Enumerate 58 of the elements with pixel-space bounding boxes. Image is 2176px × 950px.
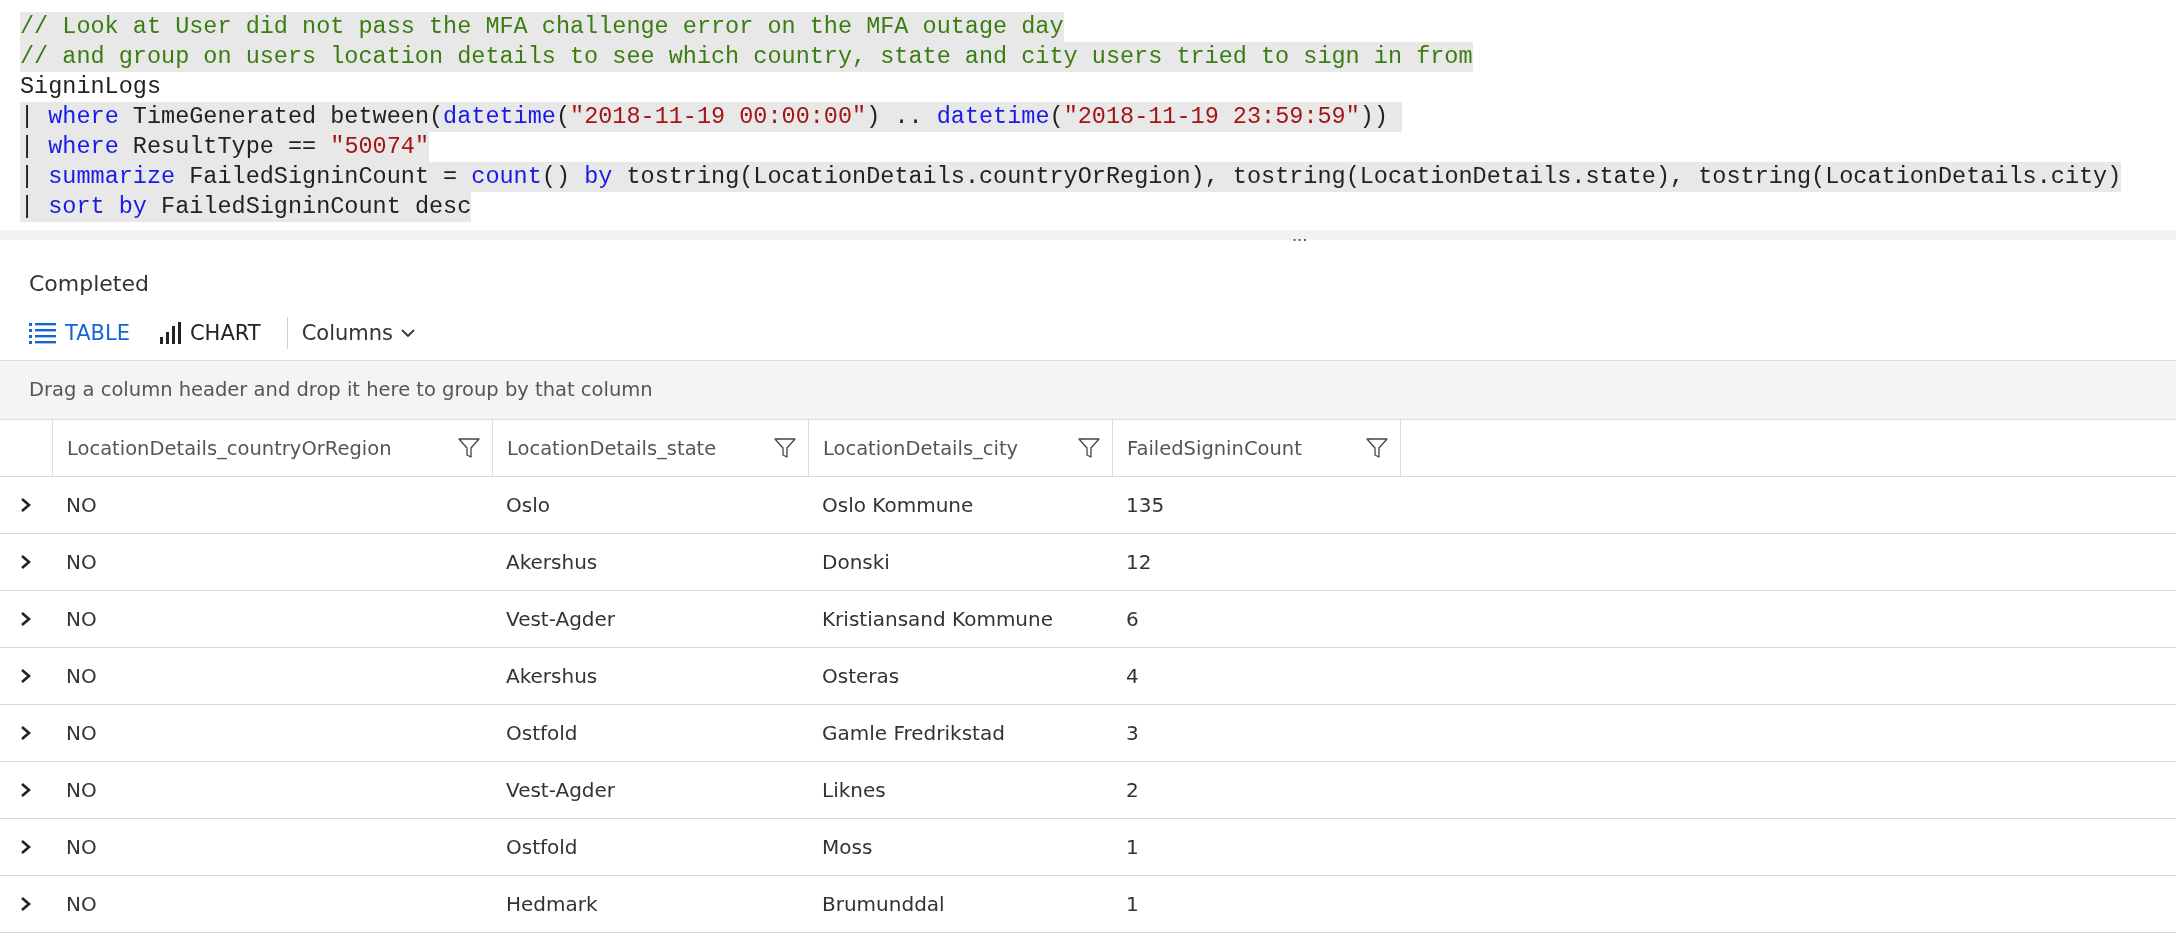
filter-icon[interactable]: [1366, 437, 1388, 459]
filter-icon[interactable]: [774, 437, 796, 459]
table-cell-text: Hedmark: [505, 891, 599, 918]
table-cell-text: 3: [1125, 720, 1140, 747]
chevron-right-icon[interactable]: [19, 554, 33, 570]
table-cell-text: NO: [65, 777, 98, 804]
splitter-handle[interactable]: ...: [1292, 230, 1308, 242]
table-cell-text: NO: [65, 492, 98, 519]
table-cell-text: 1: [1125, 834, 1140, 861]
table-cell-text: NO: [65, 606, 98, 633]
table-cell-text: Oslo: [505, 492, 551, 519]
column-header[interactable]: LocationDetails_city: [808, 420, 1112, 476]
table-cell-text: NO: [65, 720, 98, 747]
table-cell-text: NO: [65, 834, 98, 861]
chevron-right-icon[interactable]: [19, 725, 33, 741]
chevron-right-icon[interactable]: [19, 782, 33, 798]
group-by-drop-area[interactable]: Drag a column header and drop it here to group by that column: [0, 360, 2176, 420]
chevron-right-icon[interactable]: [19, 839, 33, 855]
bar-chart-icon: [159, 322, 182, 344]
view-tab[interactable]: CHART: [159, 321, 261, 345]
table-cell-text: Oslo Kommune: [821, 492, 975, 519]
table-cell-text: Osteras: [821, 663, 901, 690]
table-cell-text: Ostfold: [505, 834, 579, 861]
code-line: SigninLogs: [20, 72, 162, 102]
table-cell-text: 6: [1125, 606, 1140, 633]
table-cell-text: Vest-Agder: [505, 606, 617, 633]
column-header[interactable]: LocationDetails_countryOrRegion: [52, 420, 492, 476]
chevron-down-icon: [401, 328, 416, 338]
table-cell-text: Kristiansand Kommune: [821, 606, 1055, 633]
table-cell-text: Akershus: [505, 549, 599, 576]
view-tab[interactable]: TABLE: [29, 321, 130, 345]
table-cell-text: Akershus: [505, 663, 599, 690]
column-header[interactable]: FailedSigninCount: [1112, 420, 1400, 476]
table-cell-text: 12: [1125, 549, 1153, 576]
filter-icon[interactable]: [458, 437, 480, 459]
chevron-right-icon[interactable]: [19, 668, 33, 684]
table-cell-text: Vest-Agder: [505, 777, 617, 804]
table-cell-text: NO: [65, 891, 98, 918]
table-cell-text: 135: [1125, 492, 1166, 519]
table-cell-text: Liknes: [821, 777, 887, 804]
table-cell-text: NO: [65, 663, 98, 690]
table-cell-text: Gamle Fredrikstad: [821, 720, 1006, 747]
table-cell-text: 4: [1125, 663, 1140, 690]
chevron-right-icon[interactable]: [19, 896, 33, 912]
table-cell-text: Moss: [821, 834, 874, 861]
table-cell-text: 1: [1125, 891, 1140, 918]
chevron-right-icon[interactable]: [19, 611, 33, 627]
filter-icon[interactable]: [1078, 437, 1100, 459]
table-cell-text: Brumunddal: [821, 891, 946, 918]
table-cell-text: Donski: [821, 549, 891, 576]
list-icon: [29, 322, 57, 344]
table-cell-text: 2: [1125, 777, 1140, 804]
chevron-right-icon[interactable]: [19, 497, 33, 513]
status-text: Completed: [28, 270, 150, 298]
column-header[interactable]: LocationDetails_state: [492, 420, 808, 476]
table-cell-text: Ostfold: [505, 720, 579, 747]
table-cell-text: NO: [65, 549, 98, 576]
columns-dropdown[interactable]: Columns: [301, 321, 416, 345]
